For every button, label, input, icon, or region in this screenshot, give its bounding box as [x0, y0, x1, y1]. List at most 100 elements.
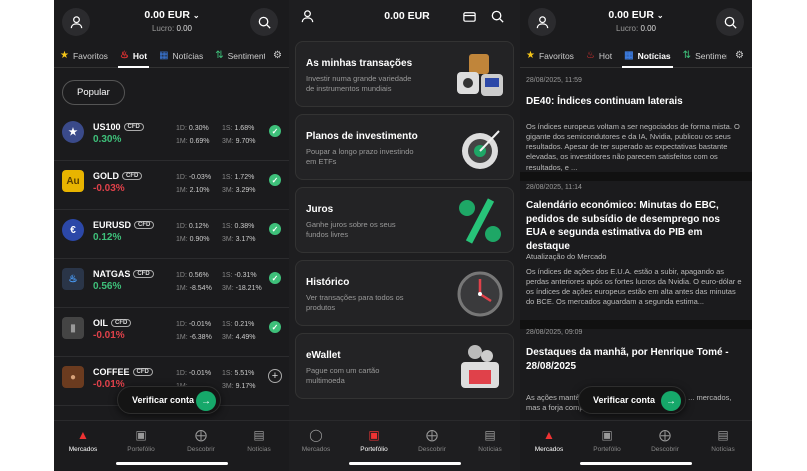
newspaper-icon: ▤	[484, 428, 496, 442]
nav-descobrir[interactable]: ⨁ Descobrir	[636, 427, 694, 453]
search-button[interactable]	[716, 8, 744, 36]
added-check-icon[interactable]: ✓	[269, 223, 281, 235]
nav-noticias[interactable]: ▤ Notícias	[230, 427, 288, 453]
instrument-row[interactable]: Au GOLD CFD -0.03% 1D: -0.03% 1S: 1.72% 1M: 2.…	[54, 162, 290, 210]
profile-button[interactable]	[62, 8, 90, 36]
news-screen: 0.00 EUR ⌄ Lucro: 0.00 ★ Favoritos ♨ Hot ▦…	[520, 0, 752, 471]
cfd-badge: CFD	[122, 172, 143, 180]
tab-label: Hot	[132, 50, 148, 61]
instrument-row[interactable]: ▮ OIL CFD -0.01% 1D: -0.01% 1S: 0.21% 1M: -6.3…	[54, 309, 290, 357]
nav-descobrir[interactable]: ⨁ Descobrir	[172, 427, 230, 453]
nav-label: Notícias	[478, 446, 502, 453]
instrument-symbol: COFFEE CFD	[93, 367, 153, 377]
sentiment-icon: ⇅	[682, 50, 692, 61]
balance-selector[interactable]: 0.00 EUR ⌄ Lucro: 0.00	[114, 9, 230, 33]
profit-line: Lucro: 0.00	[578, 24, 694, 33]
stat-label: 1S:	[222, 370, 233, 377]
stat-value: 0.21%	[234, 321, 255, 328]
stat-3m: 3M: 9.70%	[222, 138, 255, 145]
portfolio-card[interactable]: Juros Ganhe juros sobre os seus fundos li…	[295, 187, 514, 253]
search-button[interactable]	[483, 2, 511, 30]
card-subtitle: Investir numa grande variedade de instru…	[306, 74, 412, 93]
tab-favoritos[interactable]: ★ Favoritos	[54, 44, 114, 67]
stat-value: -0.03%	[188, 174, 212, 181]
nav-noticias[interactable]: ▤ Notícias	[694, 427, 752, 453]
portfolio-card[interactable]: Histórico Ver transações para todos os pr…	[295, 260, 514, 326]
wallet-art-icon	[461, 345, 499, 388]
nav-mercados[interactable]: ▲ Mercados	[54, 427, 112, 453]
daily-change: -0.03%	[93, 183, 125, 194]
card-title: As minhas transações	[306, 58, 413, 69]
stat-value: 0.90%	[189, 236, 210, 243]
card-button[interactable]	[455, 2, 483, 30]
tab-favoritos[interactable]: ★ Favoritos	[520, 44, 580, 67]
tab-noticias[interactable]: ▦ Notícias	[153, 44, 209, 67]
nav-portefolio[interactable]: ▣ Portefólio	[578, 427, 636, 453]
stat-label: 1D:	[176, 125, 187, 132]
instrument-symbol: GOLD CFD	[93, 171, 143, 181]
stat-value: 3.17%	[235, 236, 256, 243]
stat-label: 1D:	[176, 174, 187, 181]
newspaper-icon: ▤	[253, 428, 265, 442]
filter-popular[interactable]: Popular	[62, 80, 125, 105]
tab-noticias[interactable]: ▦ Notícias	[618, 44, 677, 68]
added-check-icon[interactable]: ✓	[269, 321, 281, 333]
nav-label: Notícias	[711, 446, 735, 453]
nav-label: Mercados	[534, 446, 564, 453]
stat-3m: 3M: -18.21%	[222, 285, 262, 292]
search-button[interactable]	[250, 8, 278, 36]
news-date: 28/08/2025, 11:14	[526, 184, 582, 191]
stat-value: -0.01%	[188, 321, 212, 328]
portfolio-card[interactable]: Planos de investimento Poupar a longo pra…	[295, 114, 514, 180]
tab-hot[interactable]: ♨ Hot	[580, 44, 618, 67]
portfolio-card[interactable]: As minhas transações Investir numa grande…	[295, 41, 514, 107]
stat-label: 1M:	[176, 138, 188, 145]
daily-change: -0.01%	[93, 330, 125, 341]
nav-noticias[interactable]: ▤ Notícias	[461, 427, 519, 453]
added-check-icon[interactable]: ✓	[269, 125, 281, 137]
stat-value: 2.10%	[189, 187, 210, 194]
compass-icon: ⨁	[659, 428, 671, 442]
portfolio-card[interactable]: eWallet Pague com um cartão multimoeda	[295, 333, 514, 399]
stat-1s: 1S: 0.21%	[222, 321, 254, 328]
nav-portefolio[interactable]: ▣ Portefólio	[112, 427, 170, 453]
card-title: Juros	[306, 204, 334, 215]
nav-mercados[interactable]: ◯ Mercados	[289, 427, 345, 453]
stat-1m: 1M: 0.90%	[176, 236, 209, 243]
nav-mercados[interactable]: ▲ Mercados	[520, 427, 578, 453]
stat-label: 1D:	[176, 272, 187, 279]
instrument-row[interactable]: ★ US100 CFD 0.30% 1D: 0.30% 1S: 1.68% 1M: 0.69…	[54, 113, 290, 161]
percent-art-icon	[459, 198, 501, 244]
profile-button[interactable]	[528, 8, 556, 36]
category-tabs: ★ Favoritos ♨ Hot ▦ Notícias ⇅ Sentimento ⚙	[520, 44, 752, 68]
settings-button[interactable]: ⚙	[265, 44, 290, 67]
star-icon: ★	[526, 50, 535, 61]
settings-button[interactable]: ⚙	[727, 44, 752, 67]
wallet-icon: ▣	[601, 428, 613, 442]
instrument-row[interactable]: ♨ NATGAS CFD 0.56% 1D: 0.56% 1S: -0.31% 1M: -8…	[54, 260, 290, 308]
compass-icon: ⨁	[195, 428, 207, 442]
instrument-row[interactable]: € EURUSD CFD 0.12% 1D: 0.12% 1S: 0.38% 1M: 0.9…	[54, 211, 290, 259]
stat-3m: 3M: 4.49%	[222, 334, 255, 341]
bottom-nav: ◯ Mercados ▣ Portefólio ⨁ Descobrir ▤ Notíci…	[289, 420, 520, 471]
home-indicator	[580, 462, 692, 465]
stat-label: 1D:	[176, 321, 187, 328]
daily-change: 0.30%	[93, 134, 122, 145]
nav-portefolio[interactable]: ▣ Portefólio	[345, 427, 403, 453]
add-icon[interactable]: +	[268, 369, 282, 383]
instrument-logo-icon: ♨	[62, 268, 84, 290]
symbol-text: EURUSD	[93, 220, 132, 230]
added-check-icon[interactable]: ✓	[269, 174, 281, 186]
verify-account-button[interactable]: Verificar conta →	[117, 386, 221, 414]
user-icon	[536, 15, 548, 28]
tab-label: Notícias	[637, 50, 671, 61]
flame-icon: ♨	[585, 50, 595, 61]
tab-hot[interactable]: ♨ Hot	[114, 44, 153, 68]
nav-descobrir[interactable]: ⨁ Descobrir	[403, 427, 461, 453]
verify-account-button[interactable]: Verificar conta →	[578, 386, 686, 414]
added-check-icon[interactable]: ✓	[269, 272, 281, 284]
divider	[520, 172, 752, 181]
balance-selector[interactable]: 0.00 EUR ⌄ Lucro: 0.00	[578, 9, 694, 33]
stat-value: -0.31%	[234, 272, 257, 279]
profile-button[interactable]	[293, 2, 321, 30]
